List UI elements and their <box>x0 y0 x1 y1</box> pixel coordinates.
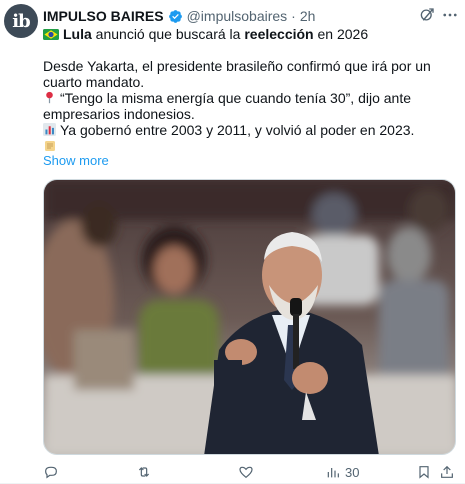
tweet-paragraph-3: Ya gobernó entre 2003 y 2011, y volvió a… <box>43 122 448 138</box>
bar-chart-icon <box>43 123 56 136</box>
lula-speaking-photo <box>44 180 455 454</box>
repost-icon <box>138 467 150 477</box>
tweet-card[interactable]: ib IMPULSO BAIRES @impulsobaires · 2h Lu… <box>0 0 465 484</box>
tweet-photo[interactable] <box>43 179 456 455</box>
scroll-icon <box>45 141 55 151</box>
views-button[interactable]: 30 <box>325 462 359 482</box>
grok-icon[interactable] <box>418 6 436 24</box>
repost-button[interactable] <box>136 462 152 482</box>
share-icon <box>441 465 453 478</box>
heart-icon <box>239 466 253 479</box>
headline-text: anunció que buscará la <box>91 26 245 42</box>
reply-button[interactable] <box>43 462 59 482</box>
views-count: 30 <box>345 464 360 480</box>
avatar[interactable]: ib <box>4 4 38 38</box>
reply-icon <box>45 466 57 479</box>
tweet-paragraph-1: Desde Yakarta, el presidente brasileño c… <box>43 58 431 90</box>
headline-end: en 2026 <box>313 26 369 42</box>
pushpin-icon <box>46 91 53 104</box>
share-button[interactable] <box>439 462 455 482</box>
show-more-link[interactable]: Show more <box>43 153 109 168</box>
bookmark-button[interactable] <box>416 462 432 482</box>
headline-bold-reeleccion: reelección <box>244 26 314 42</box>
quote-text: “Tengo la misma energía que cuando tenía… <box>43 90 412 122</box>
separator-dot: · <box>291 8 296 24</box>
tweet-headline: Lula anunció que buscará la reelección e… <box>43 26 448 42</box>
author-name[interactable]: IMPULSO BAIRES <box>43 8 164 24</box>
timestamp[interactable]: 2h <box>300 8 316 24</box>
action-bar: 30 <box>43 462 456 482</box>
verified-badge-icon <box>168 9 182 23</box>
headline-bold-lula: Lula <box>63 26 92 42</box>
views-chart-icon <box>327 468 339 478</box>
author-handle[interactable]: @impulsobaires <box>187 8 288 24</box>
tweet-header: IMPULSO BAIRES @impulsobaires · 2h <box>43 7 315 25</box>
tweet-paragraph-2: “Tengo la misma energía que cuando tenía… <box>43 90 448 122</box>
brazil-flag-icon <box>43 29 59 40</box>
bookmark-icon <box>419 466 429 479</box>
tweet-body: Desde Yakarta, el presidente brasileño c… <box>43 58 448 138</box>
more-options-icon[interactable] <box>441 6 459 24</box>
like-button[interactable] <box>238 462 254 482</box>
history-text: Ya gobernó entre 2003 y 2011, y volvió a… <box>60 122 415 138</box>
